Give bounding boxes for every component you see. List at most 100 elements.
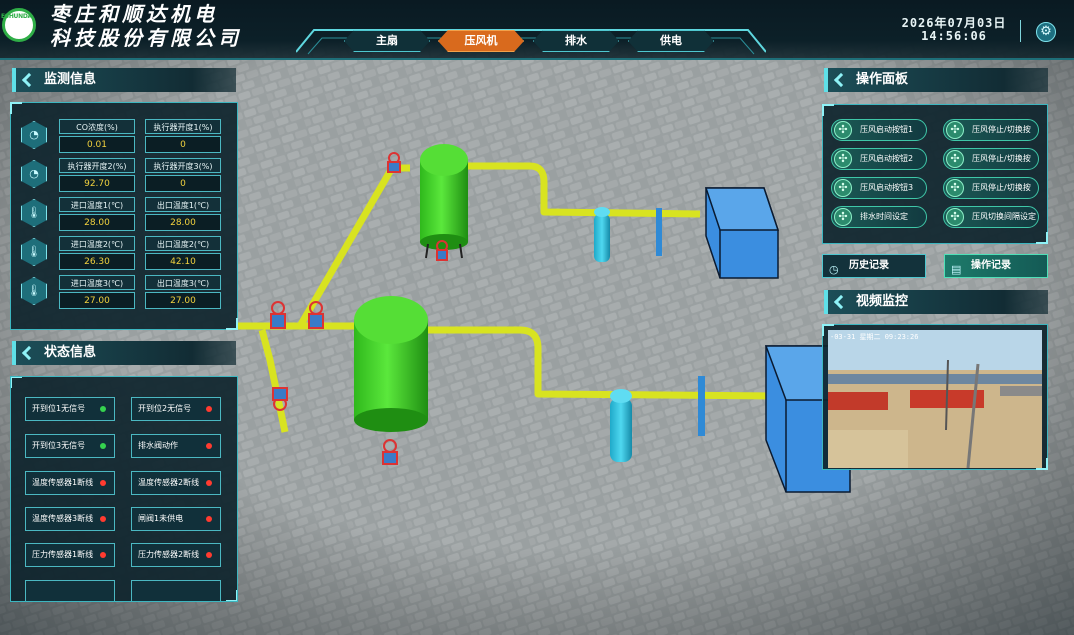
monitor-panel: ◔ CO浓度(%) 0.01 执行器开度1(%) 0 ◔ 执行器开度2(%) 9…	[10, 102, 238, 330]
status-item[interactable]: 压力传感器2断线	[131, 543, 221, 567]
nav-tab-fan[interactable]: 主扇	[344, 30, 430, 52]
monitor-label: 进口温度2(℃)	[59, 236, 135, 251]
monitor-row: 🌡 进口温度3(℃) 27.00 出口温度3(℃) 27.00	[11, 273, 237, 311]
monitor-cell: 进口温度3(℃) 27.00	[59, 275, 135, 309]
monitor-cell: 出口温度3(℃) 27.00	[145, 275, 221, 309]
fan-icon: ✣	[946, 150, 964, 168]
compressor-stop-switch-button-1[interactable]: ✣ 压风停止/切换按	[943, 119, 1039, 141]
op-button-label: 压风切换间隔设定	[972, 212, 1036, 221]
nav-tab-compressor[interactable]: 压风机	[438, 30, 524, 52]
status-item-partial[interactable]	[25, 580, 115, 601]
status-indicator-red	[100, 480, 106, 486]
operation-record-button[interactable]: ▤ 操作记录	[944, 254, 1048, 278]
company-name-line2: 科技股份有限公司	[50, 26, 242, 50]
monitor-value: 42.10	[145, 253, 221, 270]
monitor-row: 🌡 进口温度2(℃) 26.30 出口温度2(℃) 42.10	[11, 234, 237, 272]
fan-icon: ✣	[834, 121, 852, 139]
header-bar: ESHUNDA 枣庄和顺达机电 科技股份有限公司 主扇 压风机 排水 供电 20…	[0, 0, 1074, 60]
air-receiver-tank-2	[354, 296, 428, 432]
status-indicator-red	[206, 406, 212, 412]
status-item[interactable]: 闸阀1未供电	[131, 507, 221, 531]
monitor-label: 出口温度2(℃)	[145, 236, 221, 251]
status-label: 压力传感器2断线	[138, 550, 200, 559]
monitor-label: 进口温度3(℃)	[59, 275, 135, 290]
status-item[interactable]: 温度传感器3断线	[25, 507, 115, 531]
monitor-cell: 出口温度2(℃) 42.10	[145, 236, 221, 270]
switch-interval-setting-button[interactable]: ✣ 压风切换间隔设定	[943, 206, 1039, 228]
op-button-label: 压风停止/切换按	[972, 183, 1031, 192]
compressor-start-button-1[interactable]: ✣ 压风启动按钮1	[831, 119, 927, 141]
status-item[interactable]: 开到位2无信号	[131, 397, 221, 421]
monitor-cell: 执行器开度1(%) 0	[145, 119, 221, 153]
video-panel-title: 视频监控	[824, 290, 1048, 314]
monitor-value: 28.00	[59, 214, 135, 231]
monitor-value: 26.30	[59, 253, 135, 270]
fan-icon: ✣	[834, 208, 852, 226]
nav-tab-drainage[interactable]: 排水	[533, 30, 619, 52]
valve-plate-2	[698, 376, 705, 436]
status-label: 开到位2无信号	[138, 404, 192, 413]
monitor-value: 27.00	[145, 292, 221, 309]
drain-time-setting-button[interactable]: ✣ 排水时间设定	[831, 206, 927, 228]
status-label: 排水阀动作	[138, 441, 178, 450]
operation-record-label: 操作记录	[971, 260, 1011, 271]
compressor-start-button-2[interactable]: ✣ 压风启动按钮2	[831, 148, 927, 170]
status-label: 温度传感器2断线	[138, 478, 200, 487]
document-icon: ▤	[951, 263, 962, 276]
monitor-cell: 进口温度1(℃) 28.00	[59, 197, 135, 231]
status-item[interactable]: 压力传感器1断线	[25, 543, 115, 567]
company-name-line1: 枣庄和顺达机电	[50, 2, 218, 26]
monitor-value: 27.00	[59, 292, 135, 309]
monitor-value: 28.00	[145, 214, 221, 231]
fan-icon: ✣	[834, 150, 852, 168]
cooling-unit-1	[704, 187, 780, 279]
monitor-cell: 执行器开度2(%) 92.70	[59, 158, 135, 192]
history-record-button[interactable]: ◷ 历史记录	[822, 254, 926, 278]
status-label: 压力传感器1断线	[32, 550, 94, 559]
op-button-label: 压风启动按钮1	[860, 125, 914, 134]
thermometer-icon: 🌡	[21, 277, 47, 305]
status-item[interactable]: 排水阀动作	[131, 434, 221, 458]
status-label: 开到位1无信号	[32, 404, 86, 413]
op-button-label: 排水时间设定	[860, 212, 908, 221]
status-indicator-red	[206, 480, 212, 486]
monitor-row: 🌡 进口温度1(℃) 28.00 出口温度1(℃) 28.00	[11, 195, 237, 233]
status-label: 温度传感器1断线	[32, 478, 94, 487]
monitor-value: 0	[145, 175, 221, 192]
history-record-label: 历史记录	[849, 260, 889, 271]
fan-icon: ✣	[834, 179, 852, 197]
clock-icon: ◷	[829, 263, 839, 276]
monitor-row: ◔ CO浓度(%) 0.01 执行器开度1(%) 0	[11, 117, 237, 155]
monitor-panel-title: 监测信息	[12, 68, 236, 92]
gear-icon[interactable]: ⚙	[1036, 22, 1056, 42]
fan-icon: ✣	[946, 208, 964, 226]
operation-panel-title: 操作面板	[824, 68, 1048, 92]
status-item[interactable]: 开到位3无信号	[25, 434, 115, 458]
monitor-value: 92.70	[59, 175, 135, 192]
fan-icon: ✣	[946, 121, 964, 139]
status-label: 闸阀1未供电	[138, 514, 184, 523]
monitor-label: CO浓度(%)	[59, 119, 135, 134]
monitor-label: 进口温度1(℃)	[59, 197, 135, 212]
monitor-cell: 出口温度1(℃) 28.00	[145, 197, 221, 231]
datetime-display: 2026年07月03日 14:56:06	[892, 17, 1016, 43]
op-button-label: 压风停止/切换按	[972, 125, 1031, 134]
video-timestamp: -03-31 星期二 09:23:26	[830, 333, 919, 341]
status-item[interactable]: 温度传感器2断线	[131, 471, 221, 495]
monitor-value: 0	[145, 136, 221, 153]
video-feed[interactable]: -03-31 星期二 09:23:26	[828, 330, 1042, 468]
op-button-label: 压风停止/切换按	[972, 154, 1031, 163]
status-item[interactable]: 开到位1无信号	[25, 397, 115, 421]
compressor-start-button-3[interactable]: ✣ 压风启动按钮3	[831, 177, 927, 199]
filter-2	[610, 389, 632, 462]
monitor-label: 执行器开度3(%)	[145, 158, 221, 173]
monitor-value: 0.01	[59, 136, 135, 153]
compressor-stop-switch-button-2[interactable]: ✣ 压风停止/切换按	[943, 148, 1039, 170]
status-indicator-red	[206, 443, 212, 449]
status-item-partial[interactable]	[131, 580, 221, 601]
status-item[interactable]: 温度传感器1断线	[25, 471, 115, 495]
fan-icon: ✣	[946, 179, 964, 197]
compressor-stop-switch-button-3[interactable]: ✣ 压风停止/切换按	[943, 177, 1039, 199]
filter-1	[594, 207, 610, 262]
nav-tab-power[interactable]: 供电	[628, 30, 714, 52]
